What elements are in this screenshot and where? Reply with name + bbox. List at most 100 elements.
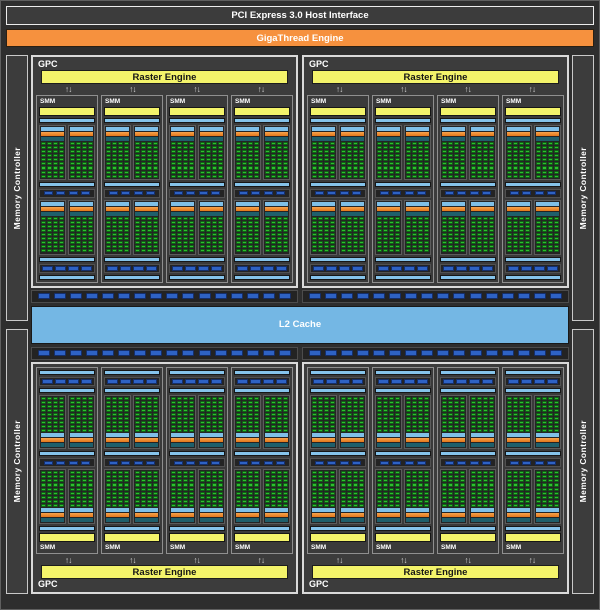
cuda-core	[389, 475, 394, 478]
cuda-core	[218, 409, 223, 412]
cuda-core	[218, 504, 223, 507]
cuda-core	[135, 413, 140, 416]
processing-block	[263, 200, 290, 255]
processing-block	[505, 125, 532, 180]
processing-block-pair	[104, 200, 160, 255]
cuda-core	[265, 150, 270, 153]
crossbar-segment	[421, 350, 433, 356]
cuda-core	[554, 217, 559, 220]
cuda-core	[88, 429, 93, 432]
cache-bar	[39, 275, 95, 280]
load-store-unit	[264, 461, 273, 465]
smm-label: SMM	[375, 98, 431, 105]
core-grid	[377, 471, 400, 507]
cuda-core	[189, 425, 194, 428]
cuda-core	[383, 154, 388, 157]
dispatch-unit-bar	[377, 443, 400, 447]
cuda-core	[507, 154, 512, 157]
cuda-core	[548, 175, 553, 178]
texture-unit-row	[39, 264, 95, 273]
cuda-core	[554, 413, 559, 416]
processing-block-pair	[505, 125, 561, 180]
cuda-core	[483, 249, 488, 252]
cuda-core	[171, 233, 176, 236]
cuda-core	[525, 496, 530, 499]
cuda-core	[489, 249, 494, 252]
cuda-core	[507, 166, 512, 169]
core-grid	[312, 217, 335, 253]
cuda-core	[236, 171, 241, 174]
cuda-core	[330, 483, 335, 486]
texture-unit	[469, 266, 480, 271]
cuda-core	[353, 409, 358, 412]
cuda-core	[47, 500, 52, 503]
cuda-core	[359, 421, 364, 424]
instruction-buffer-bar	[236, 202, 259, 206]
cuda-core	[418, 154, 423, 157]
cuda-core	[353, 150, 358, 153]
cuda-core	[525, 425, 530, 428]
core-grid	[70, 142, 93, 178]
cuda-core	[242, 475, 247, 478]
cuda-core	[106, 401, 111, 404]
load-store-unit	[134, 461, 143, 465]
core-grid	[406, 142, 429, 178]
cuda-core	[359, 217, 364, 220]
instruction-buffer-bar	[507, 433, 530, 437]
cuda-core	[489, 425, 494, 428]
cuda-core	[135, 166, 140, 169]
texture-unit	[508, 266, 519, 271]
cuda-core	[212, 483, 217, 486]
cuda-core	[41, 397, 46, 400]
crossbar-segment	[231, 293, 243, 299]
cuda-core	[171, 150, 176, 153]
cuda-core	[377, 483, 382, 486]
cuda-core	[283, 475, 288, 478]
crossbar-segment	[102, 350, 114, 356]
cuda-core	[41, 146, 46, 149]
processing-block	[339, 469, 366, 524]
cuda-core	[507, 413, 512, 416]
cuda-core	[330, 249, 335, 252]
cuda-core	[254, 237, 259, 240]
smm-label: SMM	[39, 98, 95, 105]
cuda-core	[330, 158, 335, 161]
cuda-core	[82, 142, 87, 145]
cuda-core	[118, 166, 123, 169]
cuda-core	[359, 409, 364, 412]
texture-unit-row	[440, 264, 496, 273]
cuda-core	[554, 479, 559, 482]
raster-smm-arrows-row: ↑↓↑↓↑↓↑↓	[36, 555, 293, 565]
cuda-core	[471, 413, 476, 416]
cuda-core	[519, 229, 524, 232]
cuda-core	[76, 166, 81, 169]
cuda-core	[389, 158, 394, 161]
cuda-core	[477, 217, 482, 220]
cuda-core	[265, 237, 270, 240]
cuda-core	[147, 500, 152, 503]
cuda-core	[330, 150, 335, 153]
cuda-core	[448, 401, 453, 404]
cuda-core	[412, 229, 417, 232]
load-store-unit	[56, 461, 65, 465]
cuda-core	[548, 425, 553, 428]
cache-bar	[104, 526, 160, 531]
dispatch-unit-bar	[471, 518, 494, 522]
cuda-core	[88, 166, 93, 169]
load-store-unit-row	[104, 458, 160, 467]
cuda-core	[406, 221, 411, 224]
cuda-core	[330, 421, 335, 424]
cuda-core	[283, 483, 288, 486]
cuda-core	[248, 146, 253, 149]
cuda-core	[283, 241, 288, 244]
cuda-core	[312, 429, 317, 432]
cuda-core	[389, 500, 394, 503]
cuda-core	[318, 496, 323, 499]
load-store-unit	[380, 191, 389, 195]
load-store-unit-row	[375, 189, 431, 198]
cuda-core	[318, 504, 323, 507]
cuda-core	[283, 225, 288, 228]
cuda-core	[312, 483, 317, 486]
cuda-core	[442, 405, 447, 408]
processing-block	[375, 395, 402, 450]
